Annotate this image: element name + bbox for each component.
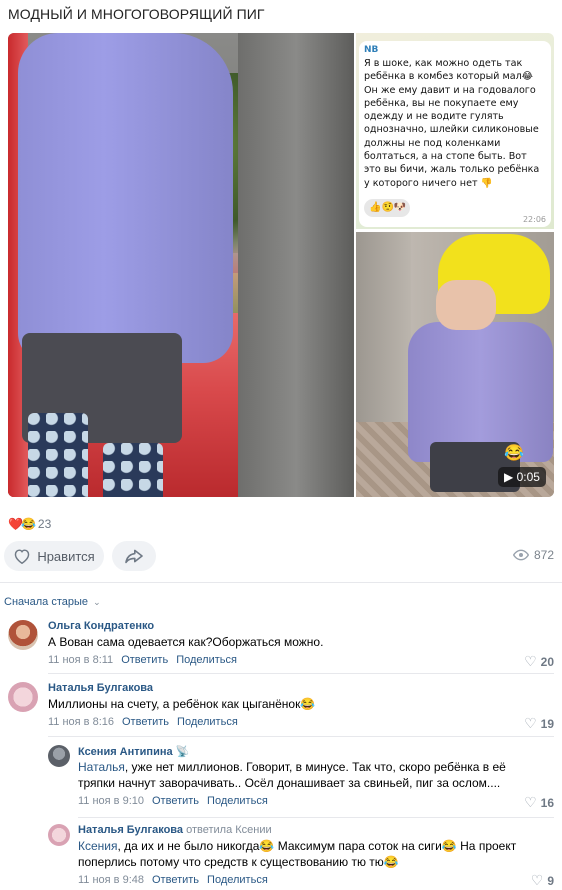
views-counter: 872 xyxy=(512,548,554,562)
video-child-face xyxy=(436,280,496,330)
share-link[interactable]: Поделиться xyxy=(207,874,268,886)
photo-child-suit xyxy=(18,33,233,363)
comment-author-name: Ксения Антипина xyxy=(78,746,173,758)
chat-bubble: NB Я в шоке, как можно одеть так ребёнка… xyxy=(359,41,551,227)
share-link[interactable]: Поделиться xyxy=(207,795,268,807)
comment-like[interactable]: ♡ 20 xyxy=(524,653,554,670)
comment: Ольга Кондратенко А Вован сама одевается… xyxy=(0,614,562,670)
avatar[interactable] xyxy=(48,745,70,767)
video-duration-badge[interactable]: ▶ 0:05 xyxy=(498,467,546,487)
like-button-label: Нравится xyxy=(37,548,95,564)
comment-author[interactable]: Ксения Антипина 📡 xyxy=(78,745,189,758)
heart-icon: ♡ xyxy=(524,653,537,669)
like-button[interactable]: Нравится xyxy=(4,541,104,571)
comment-like[interactable]: ♡ 16 xyxy=(524,794,554,811)
comment: Наталья Булгакова Миллионы на счету, а р… xyxy=(0,676,562,732)
heart-icon: ♡ xyxy=(530,872,544,888)
post-reactions[interactable]: ❤️😂 23 xyxy=(8,516,51,532)
comment-like[interactable]: ♡ 9 xyxy=(531,872,554,889)
share-link[interactable]: Поделиться xyxy=(177,716,238,728)
photo-boot-left xyxy=(28,413,88,497)
reply-link[interactable]: Ответить xyxy=(122,716,169,728)
avatar[interactable] xyxy=(8,620,38,650)
share-link[interactable]: Поделиться xyxy=(176,654,237,666)
comment-like-count: 9 xyxy=(547,873,554,888)
comment-like[interactable]: ♡ 19 xyxy=(524,715,554,732)
comment-date[interactable]: 11 ноя в 8:16 xyxy=(48,716,114,728)
reply-link[interactable]: Ответить xyxy=(121,654,168,666)
share-icon xyxy=(125,549,143,564)
post-photo-left[interactable] xyxy=(8,33,354,497)
reply-link[interactable]: Ответить xyxy=(152,795,199,807)
video-emoji: 😂 xyxy=(504,445,524,462)
comment-date[interactable]: 11 ноя в 8:11 xyxy=(48,654,113,666)
comment-like-count: 19 xyxy=(540,716,554,731)
comment-like-count: 20 xyxy=(540,654,554,669)
reaction-count: 23 xyxy=(37,517,52,531)
avatar[interactable] xyxy=(48,824,70,846)
divider xyxy=(0,582,562,583)
comment-like-count: 16 xyxy=(540,795,554,810)
post-photo-chat-screenshot[interactable]: NB Я в шоке, как можно одеть так ребёнка… xyxy=(356,33,554,229)
comments-sort-dropdown[interactable]: Сначала старые ⌄ xyxy=(4,596,101,608)
comment-divider xyxy=(48,673,554,674)
views-count: 872 xyxy=(533,548,554,562)
post-title: МОДНЫЙ И МНОГОГОВОРЯЩИЙ ПИГ xyxy=(8,6,265,22)
comment-text: А Вован сама одевается как?Оборжаться мо… xyxy=(48,635,324,649)
comments-sort-label: Сначала старые xyxy=(4,596,89,608)
video-child-jacket xyxy=(408,322,553,462)
comment-author-name: Наталья Булгакова xyxy=(78,824,184,836)
video-duration: 0:05 xyxy=(516,470,540,484)
comment-author[interactable]: Ольга Кондратенко xyxy=(48,620,154,632)
photo-boot-right xyxy=(103,443,163,497)
comment-meta: 11 ноя в 8:16 Ответить Поделиться xyxy=(48,716,238,728)
heart-icon: ♡ xyxy=(524,794,537,810)
comment-body: , уже нет миллионов. Говорит, в минусе. … xyxy=(78,760,506,790)
comment-body: , да их и не было никогда😂 Максимум пара… xyxy=(78,839,517,869)
chat-author: NB xyxy=(364,45,379,55)
avatar[interactable] xyxy=(8,682,38,712)
satellite-icon: 📡 xyxy=(175,746,190,758)
comment-addressee[interactable]: Наталья xyxy=(78,760,125,774)
chat-reactions: 👍🤨🐶 xyxy=(364,199,410,217)
reaction-icons: ❤️😂 xyxy=(8,517,36,531)
comment-reply: Ксения Антипина 📡 Наталья, уже нет милли… xyxy=(0,739,562,815)
comment-meta: 11 ноя в 9:48 Ответить Поделиться xyxy=(78,874,268,886)
reply-to[interactable]: ответила Ксении xyxy=(186,824,272,836)
comment-text: Ксения, да их и не было никогда😂 Максиму… xyxy=(78,838,546,870)
comment-reply: Наталья Булгакова ответила Ксении Ксения… xyxy=(0,820,562,890)
chevron-down-icon: ⌄ xyxy=(93,597,101,607)
comment-text: Наталья, уже нет миллионов. Говорит, в м… xyxy=(78,759,546,791)
comment-meta: 11 ноя в 8:11 Ответить Поделиться xyxy=(48,654,237,666)
comment-date[interactable]: 11 ноя в 9:10 xyxy=(78,795,144,807)
comment-divider xyxy=(48,736,554,737)
reply-link[interactable]: Ответить xyxy=(152,874,199,886)
photo-adult xyxy=(238,33,354,497)
comment-meta: 11 ноя в 9:10 Ответить Поделиться xyxy=(78,795,268,807)
chat-message: Я в шоке, как можно одеть так ребёнка в … xyxy=(364,58,540,189)
play-icon: ▶ xyxy=(504,470,514,484)
share-button[interactable] xyxy=(112,541,156,571)
comment-date[interactable]: 11 ноя в 9:48 xyxy=(78,874,144,886)
heart-icon xyxy=(15,549,30,564)
comment-addressee[interactable]: Ксения xyxy=(78,839,118,853)
comment-text: Миллионы на счету, а ребёнок как цыганён… xyxy=(48,697,316,711)
eye-icon xyxy=(512,549,529,561)
comment-divider xyxy=(78,817,554,818)
chat-time: 22:06 xyxy=(522,215,546,224)
post-video[interactable]: 😂 ▶ 0:05 xyxy=(356,232,554,497)
comment-author[interactable]: Наталья Булгакова xyxy=(48,682,153,694)
comment-author[interactable]: Наталья Булгакова ответила Ксении xyxy=(78,824,272,836)
heart-icon: ♡ xyxy=(524,715,537,731)
